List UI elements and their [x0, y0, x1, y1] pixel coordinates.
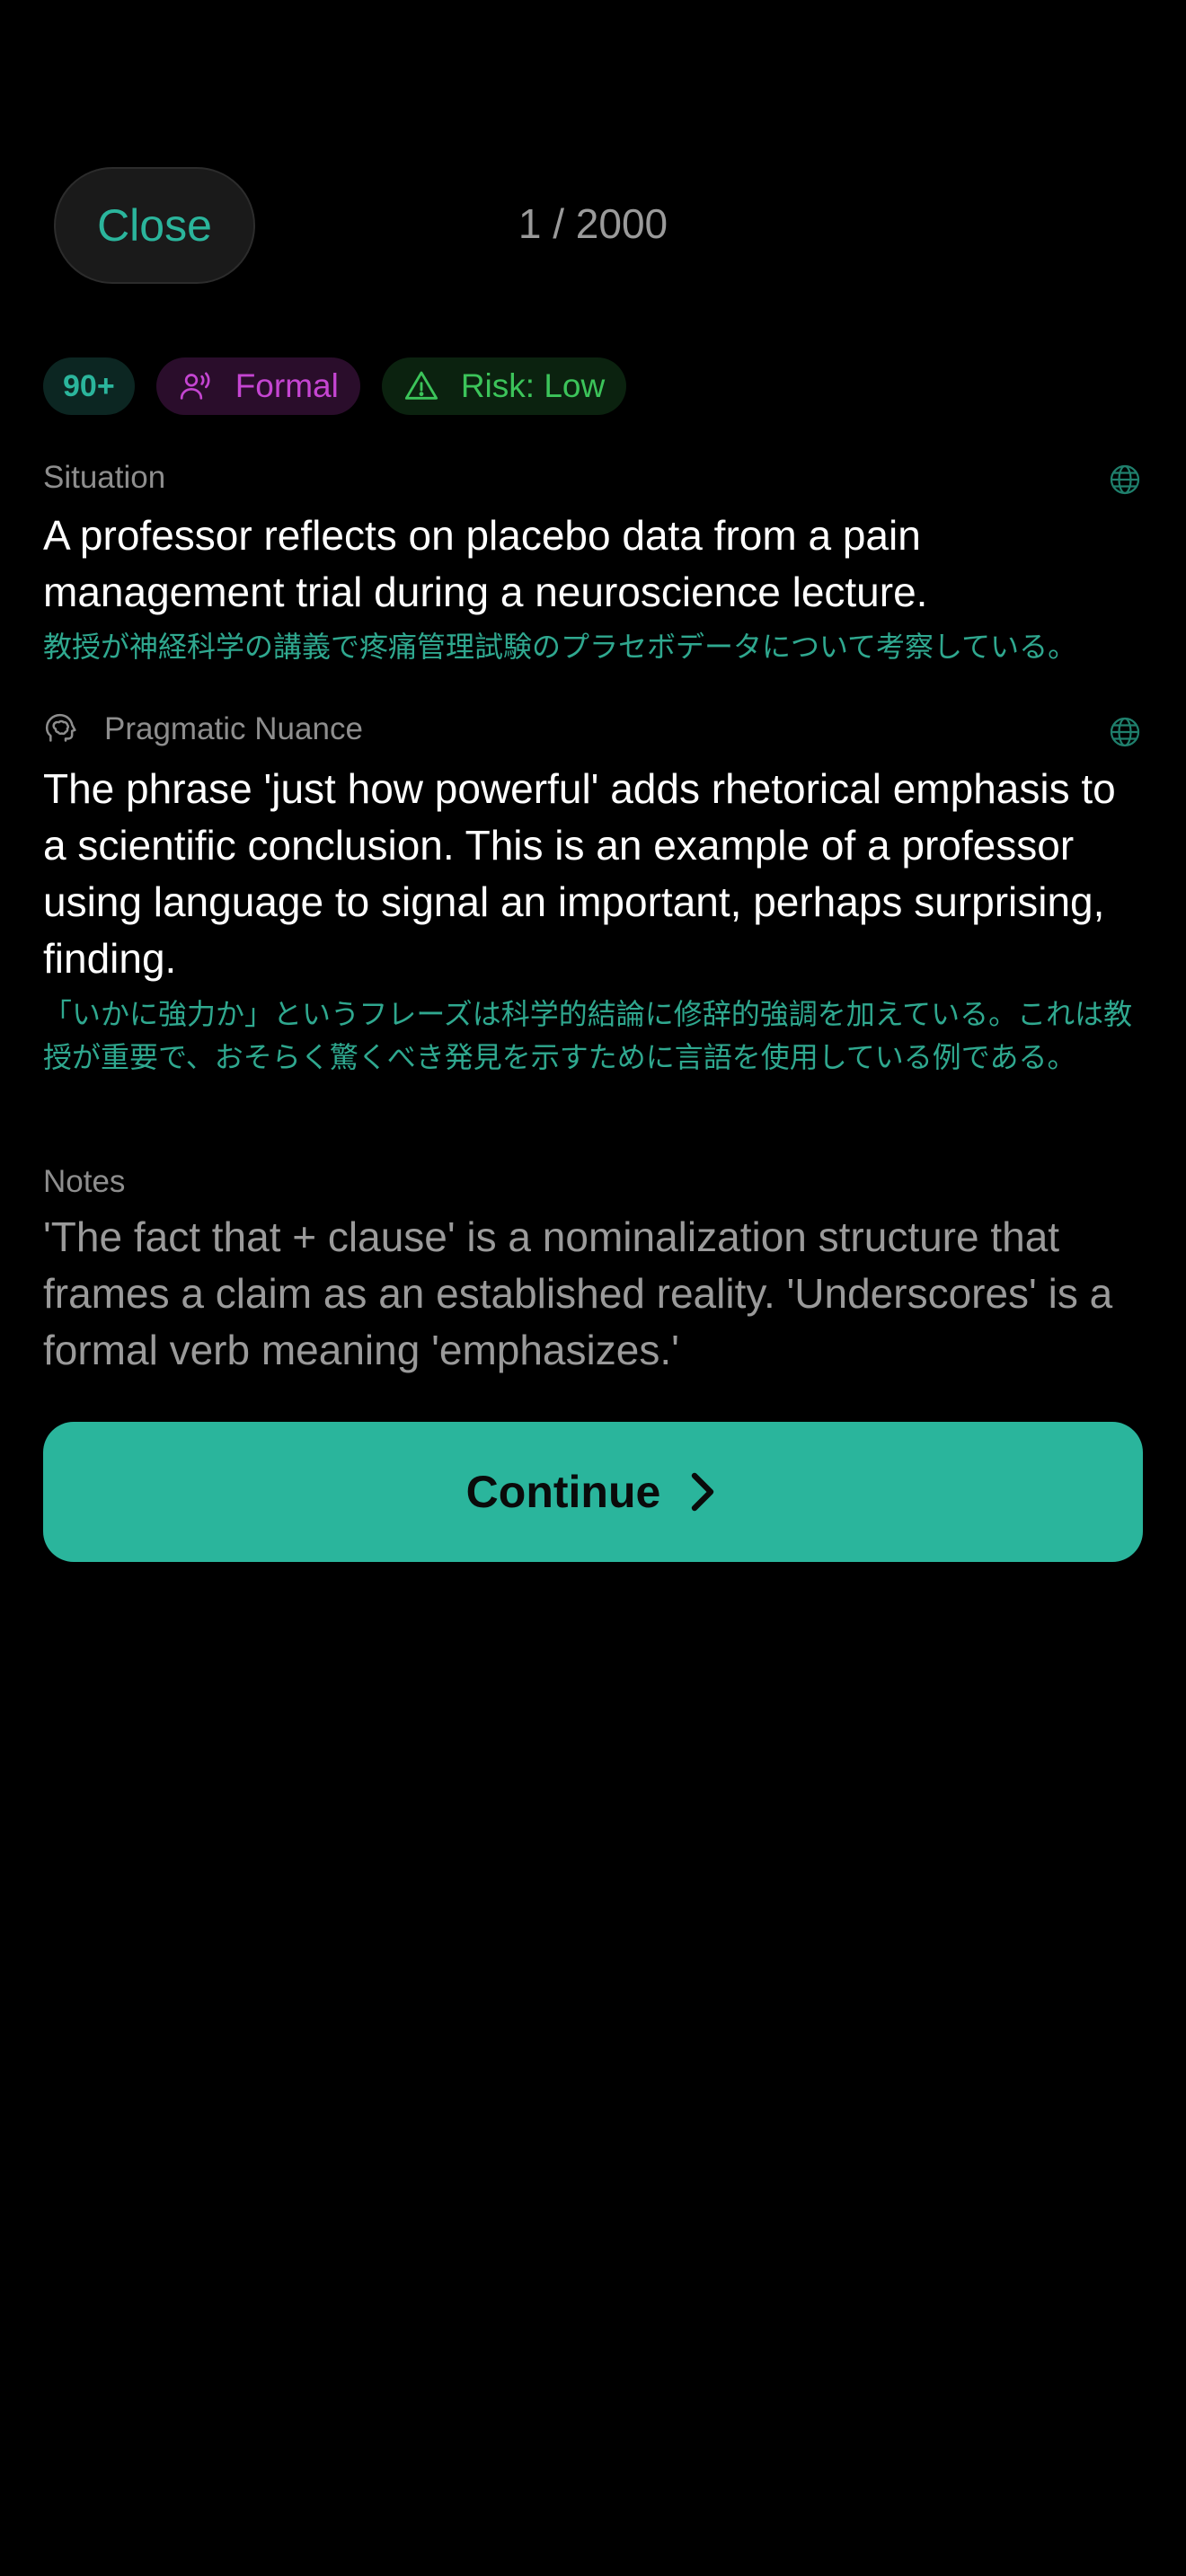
- situation-label: Situation: [43, 460, 165, 496]
- risk-badge-label: Risk: Low: [460, 367, 606, 404]
- chevron-right-icon: [692, 1472, 714, 1512]
- brain-head-icon: [45, 713, 76, 742]
- situation-text: A professor reflects on placebo data fro…: [43, 512, 928, 615]
- register-badge: Formal: [155, 357, 360, 415]
- notes-text: 'The fact that + clause' is a nominaliza…: [43, 1213, 1113, 1373]
- card-counter: 1 / 2000: [518, 200, 668, 247]
- globe-icon[interactable]: [1109, 716, 1141, 748]
- tag-row: 90+ Formal Risk: Low: [43, 357, 627, 415]
- register-badge-label: Formal: [235, 367, 339, 404]
- level-badge: 90+: [43, 357, 135, 415]
- flashcard-screen: Close 1 / 2000 90+ Formal Risk: Low Situ…: [0, 0, 1186, 2576]
- warning-triangle-icon: [404, 371, 438, 400]
- risk-badge: Risk: Low: [381, 357, 627, 415]
- speaking-person-icon: [180, 372, 210, 400]
- continue-button[interactable]: Continue: [43, 1422, 1143, 1562]
- situation-translation: 教授が神経科学の講義で疼痛管理試験のプラセボデータについて考察している。: [43, 631, 1077, 663]
- notes-label-text: Notes: [43, 1164, 126, 1199]
- nuance-label: Pragmatic Nuance: [43, 711, 363, 747]
- notes-label: Notes: [43, 1164, 125, 1200]
- nuance-label-text: Pragmatic Nuance: [104, 711, 363, 746]
- continue-button-label: Continue: [465, 1467, 661, 1517]
- level-badge-label: 90+: [63, 368, 115, 403]
- nuance-translation: 「いかに強力か」というフレーズは科学的結論に修辞的強調を加えている。これは教授が…: [43, 998, 1133, 1073]
- situation-label-text: Situation: [43, 460, 166, 495]
- globe-icon[interactable]: [1109, 463, 1141, 496]
- nuance-text: The phrase 'just how powerful' adds rhet…: [43, 765, 1116, 982]
